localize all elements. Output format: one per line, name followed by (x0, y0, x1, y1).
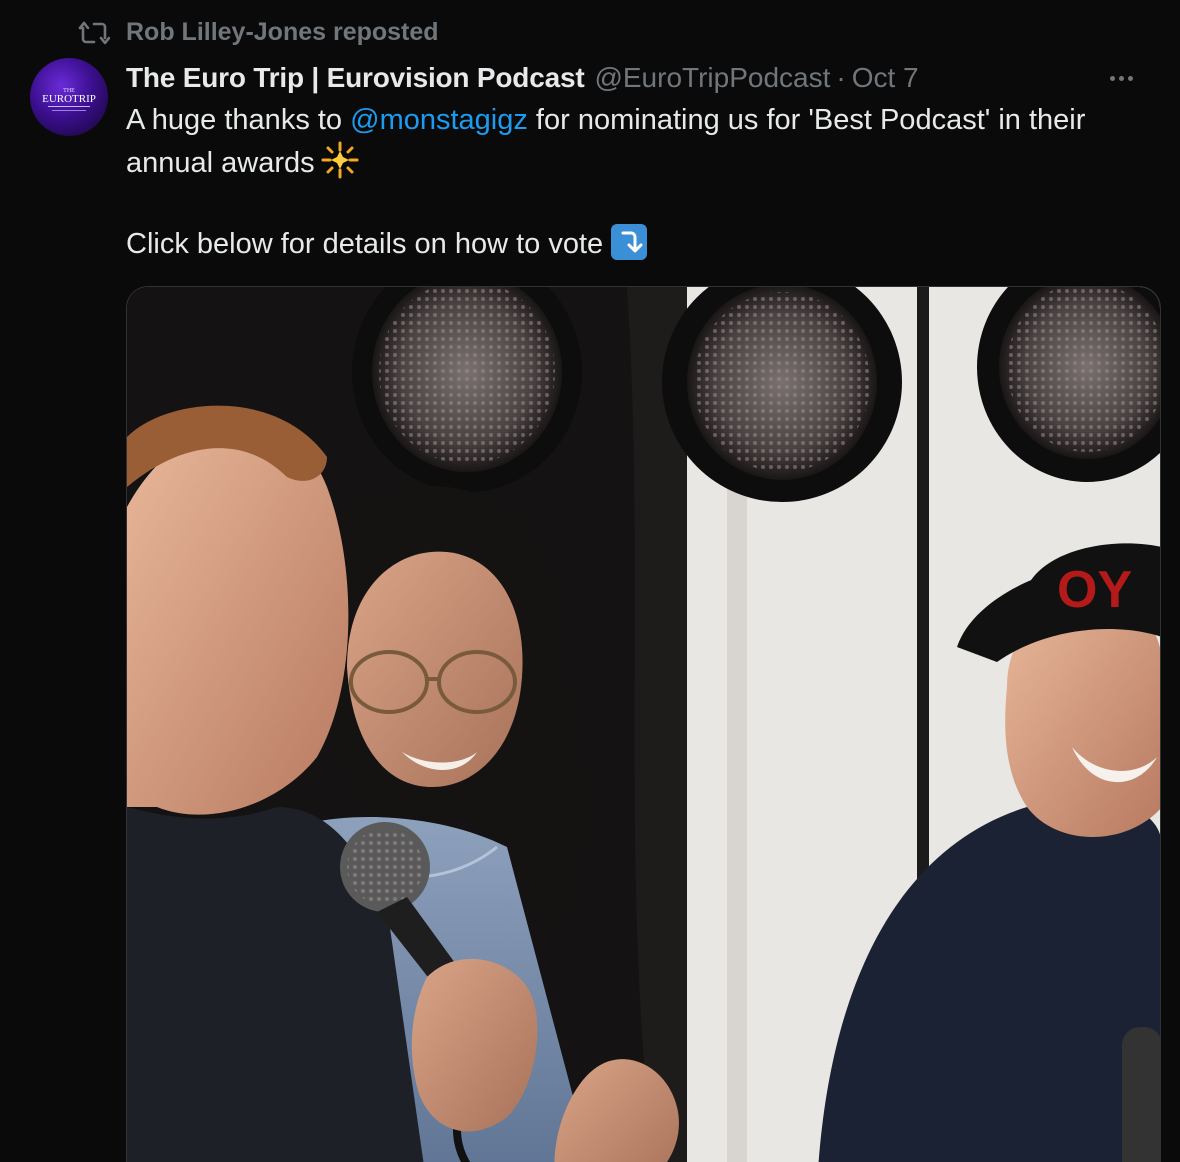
header-separator: · (836, 62, 846, 93)
tweet-text: A huge thanks to @monstagigz for nominat… (126, 100, 1166, 265)
author-handle[interactable]: @EuroTripPodcast (594, 62, 830, 94)
tweet-line-1: A huge thanks to @monstagigz for nominat… (126, 100, 1166, 141)
hat-text: OY (1057, 561, 1132, 619)
more-dot (1127, 75, 1133, 81)
tweet-text-segment: for nominating us for 'Best Podcast' in … (527, 104, 1086, 136)
photo-image: OY (127, 287, 1160, 1162)
more-options-button[interactable] (1104, 64, 1138, 92)
repost-icon (78, 19, 111, 47)
repost-indicator[interactable]: Rob Lilley-Jones reposted (78, 18, 439, 47)
sun-sparkle-icon (321, 141, 359, 179)
avatar[interactable]: THE EUROTRIP (30, 58, 108, 136)
more-dot (1109, 75, 1115, 81)
arrow-down-right-icon (611, 224, 648, 260)
tweet-photo[interactable]: OY (126, 286, 1161, 1162)
tweet-card[interactable]: Rob Lilley-Jones reposted THE EUROTRIP T… (0, 0, 1180, 1162)
tweet-line-3: Click below for details on how to vote (126, 224, 1166, 265)
tweet-text-segment: Click below for details on how to vote (126, 228, 604, 260)
tweet-header: The Euro Trip | Eurovision Podcast @Euro… (126, 58, 1160, 98)
tweet-line-2: annual awards (126, 141, 1166, 184)
mention-link[interactable]: @monstagigz (350, 104, 528, 136)
tweet-text-segment: annual awards (126, 147, 315, 179)
tweet-text-segment: A huge thanks to (126, 104, 351, 136)
author-display-name[interactable]: The Euro Trip | Eurovision Podcast (126, 62, 585, 94)
repost-text: Rob Lilley-Jones reposted (126, 18, 439, 46)
tweet-date[interactable]: Oct 7 (852, 62, 919, 94)
avatar-logo-text: EUROTRIP (42, 93, 96, 105)
more-dot (1118, 75, 1124, 81)
